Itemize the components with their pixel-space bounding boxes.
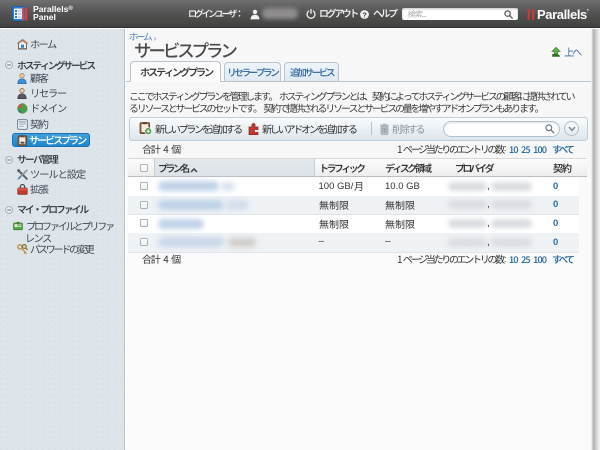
- svg-text:?: ?: [362, 10, 367, 19]
